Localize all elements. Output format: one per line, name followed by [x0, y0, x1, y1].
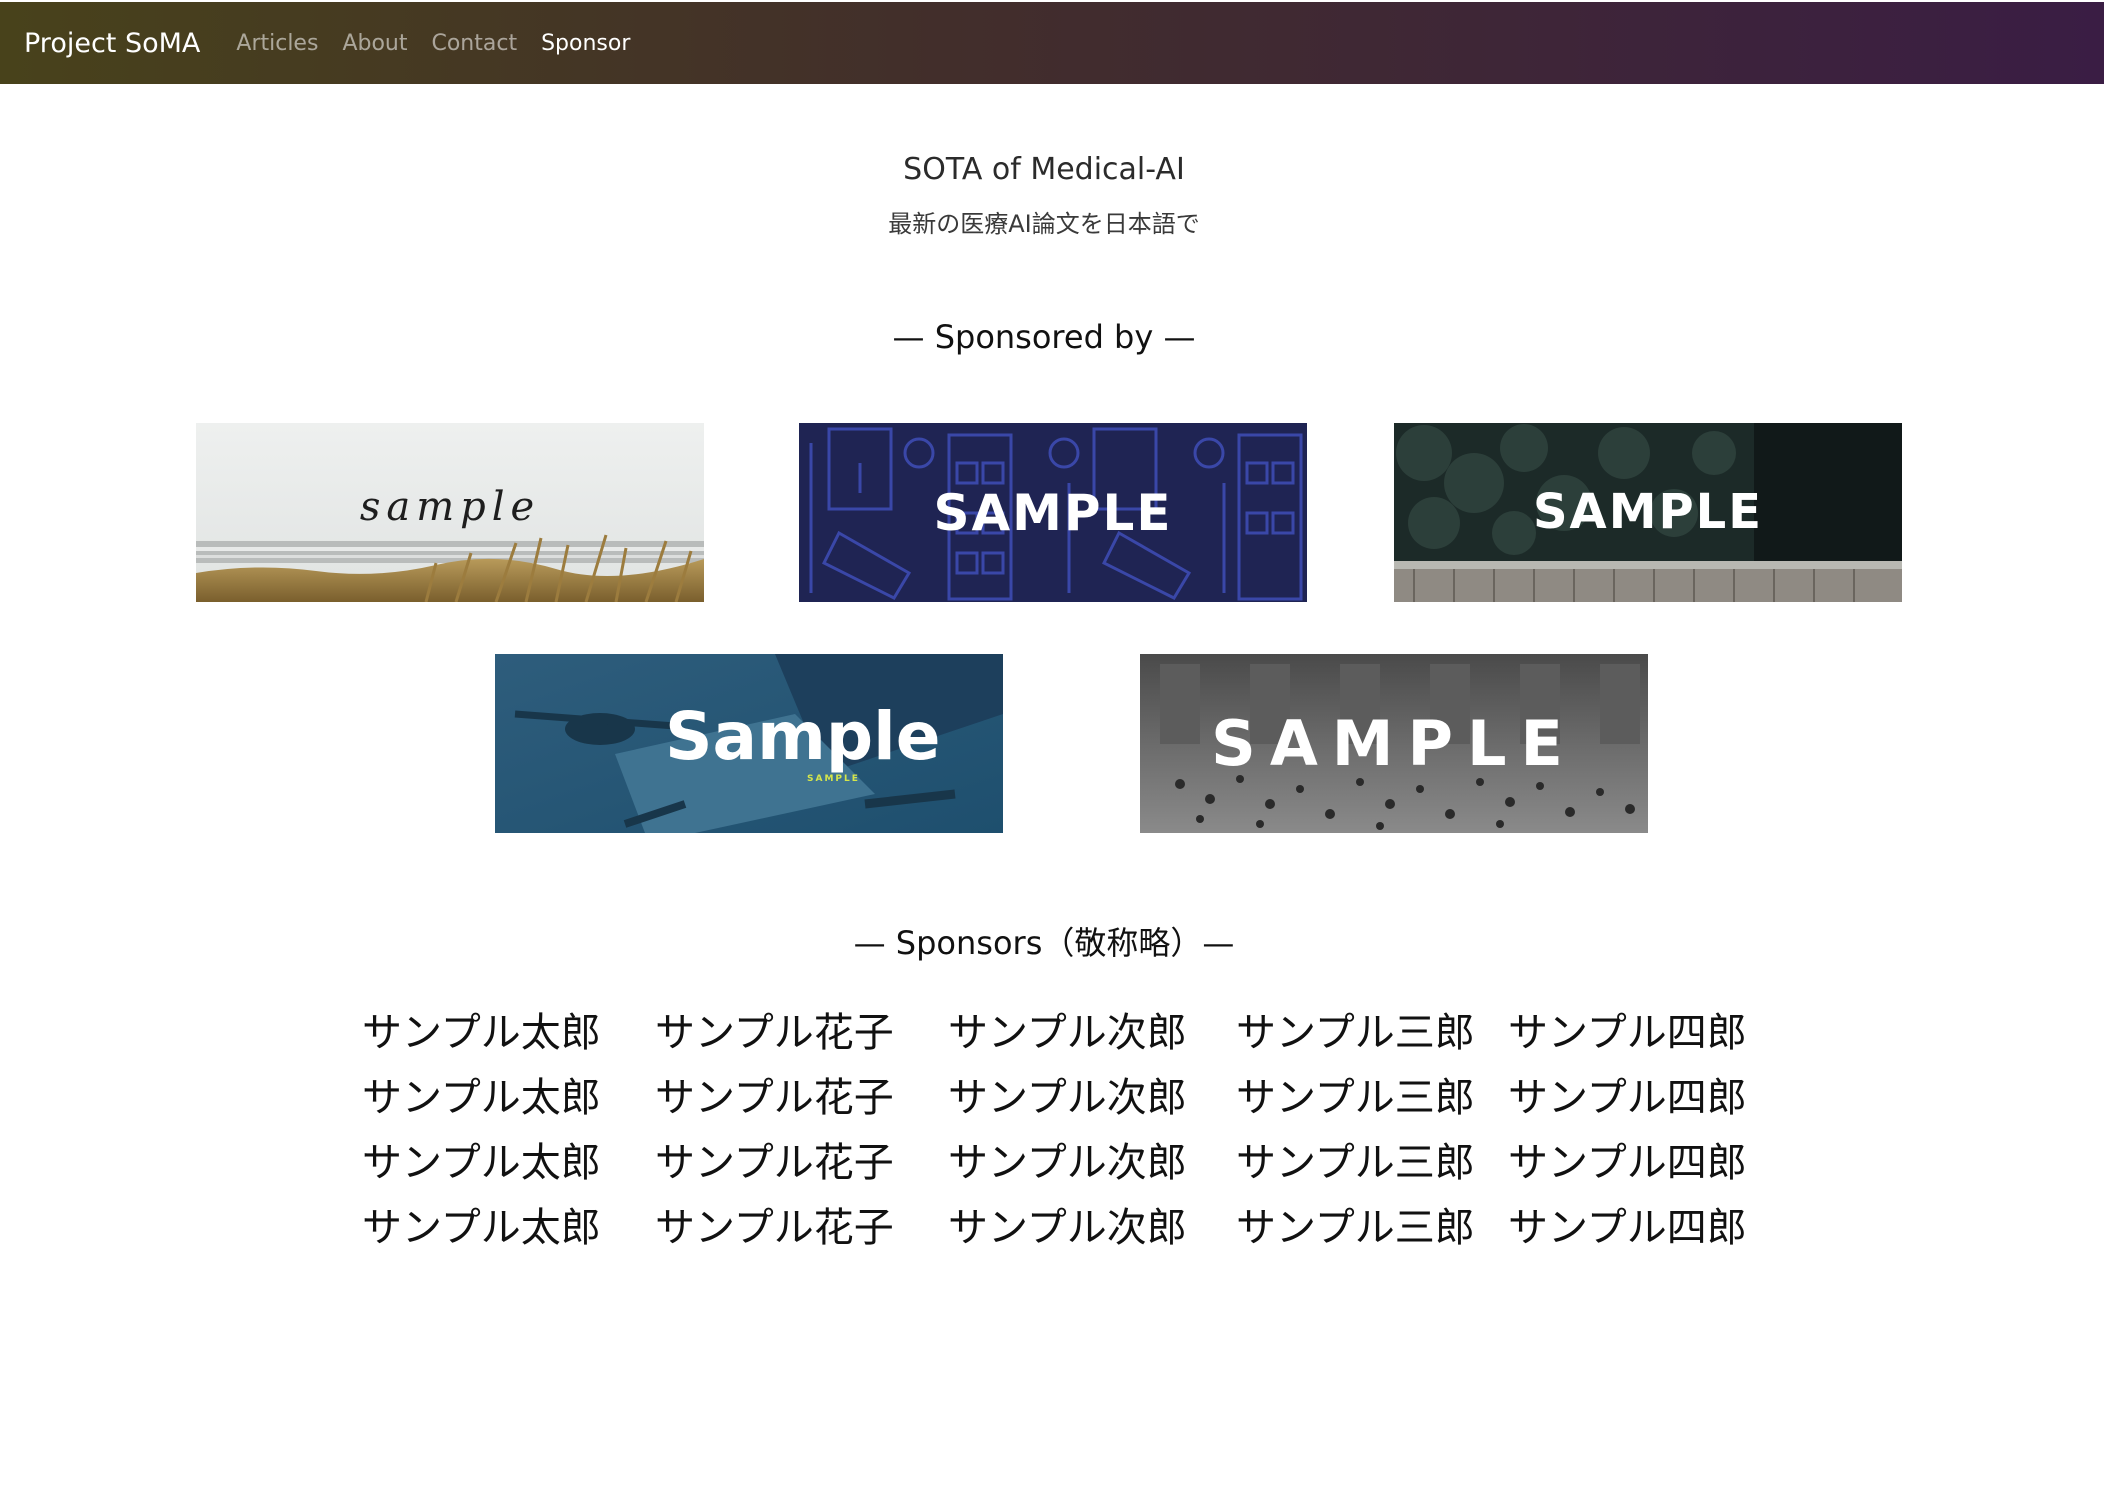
- sponsor-name: サンプル花子: [655, 1010, 894, 1056]
- sponsor-name: サンプル四郎: [1508, 1205, 1747, 1251]
- page-subtitle: 最新の医療AI論文を日本語で: [888, 210, 1200, 238]
- sponsor-name: サンプル四郎: [1508, 1075, 1747, 1121]
- sponsor-row: サンプル太郎 サンプル花子 サンプル次郎 サンプル三郎 サンプル四郎: [360, 1000, 1760, 1065]
- sponsor-name: サンプル三郎: [1236, 1075, 1475, 1121]
- sponsor-name: サンプル三郎: [1236, 1140, 1475, 1186]
- sponsor-name: サンプル次郎: [948, 1075, 1187, 1121]
- sponsor-name: サンプル太郎: [362, 1075, 601, 1121]
- sponsor-name: サンプル次郎: [948, 1140, 1187, 1186]
- sponsor-name: サンプル太郎: [362, 1205, 601, 1251]
- sponsor-banner-4[interactable]: Sample SAMPLE: [495, 654, 1003, 833]
- sponsored-by-heading: — Sponsored by —: [892, 318, 1196, 356]
- sponsor-name: サンプル三郎: [1236, 1205, 1475, 1251]
- banner-3-label: SAMPLE: [1532, 483, 1764, 540]
- brand-link[interactable]: Project SoMA: [24, 28, 200, 59]
- page-title: SOTA of Medical-AI: [903, 152, 1185, 187]
- sponsor-banner-3[interactable]: SAMPLE: [1394, 423, 1902, 602]
- sponsor-name: サンプル三郎: [1236, 1010, 1475, 1056]
- top-navbar: Project SoMA Articles About Contact Spon…: [0, 2, 2104, 84]
- sponsor-row: サンプル太郎 サンプル花子 サンプル次郎 サンプル三郎 サンプル四郎: [360, 1065, 1760, 1130]
- sponsor-name: サンプル次郎: [948, 1205, 1187, 1251]
- sponsor-row: サンプル太郎 サンプル花子 サンプル次郎 サンプル三郎 サンプル四郎: [360, 1130, 1760, 1195]
- nav-link-sponsor[interactable]: Sponsor: [541, 31, 630, 56]
- banner-4-sublabel: SAMPLE: [807, 774, 860, 784]
- banner-1-label: sample: [359, 483, 541, 530]
- sponsor-name: サンプル花子: [655, 1140, 894, 1186]
- sponsor-banner-2[interactable]: SAMPLE: [799, 423, 1307, 602]
- sponsor-name: サンプル花子: [655, 1075, 894, 1121]
- sponsor-name: サンプル花子: [655, 1205, 894, 1251]
- sponsor-name: サンプル太郎: [362, 1140, 601, 1186]
- nav-link-contact[interactable]: Contact: [431, 31, 517, 56]
- banner-2-label: SAMPLE: [933, 483, 1173, 542]
- banner-4-label: Sample: [665, 698, 941, 775]
- sponsor-name: サンプル次郎: [948, 1010, 1187, 1056]
- nav-link-articles[interactable]: Articles: [236, 31, 318, 56]
- sponsor-name-list: サンプル太郎 サンプル花子 サンプル次郎 サンプル三郎 サンプル四郎 サンプル太…: [360, 1000, 1760, 1260]
- sponsor-name: サンプル四郎: [1508, 1010, 1747, 1056]
- sponsor-row: サンプル太郎 サンプル花子 サンプル次郎 サンプル三郎 サンプル四郎: [360, 1195, 1760, 1260]
- sponsor-name: サンプル太郎: [362, 1010, 601, 1056]
- sponsor-banner-5[interactable]: SAMPLE: [1140, 654, 1648, 833]
- nav-link-about[interactable]: About: [342, 31, 407, 56]
- sponsors-heading: — Sponsors（敬称略）—: [853, 924, 1235, 962]
- banner-5-label: SAMPLE: [1211, 707, 1577, 780]
- sponsor-banner-1[interactable]: sample: [196, 423, 704, 602]
- sponsor-name: サンプル四郎: [1508, 1140, 1747, 1186]
